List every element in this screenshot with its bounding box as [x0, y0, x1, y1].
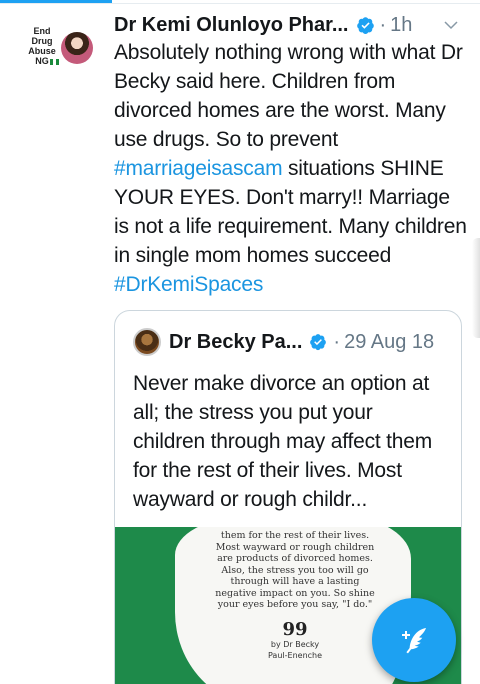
compose-tweet-button[interactable] — [372, 598, 456, 682]
verified-badge-icon — [310, 334, 327, 351]
image-byline-line1: by Dr Becky — [270, 640, 320, 649]
author-name[interactable]: Dr Kemi Olunloyo Phar... — [114, 14, 349, 37]
compose-tweet-icon — [402, 628, 426, 654]
top-divider — [0, 3, 480, 4]
quoted-date: 29 Aug 18 — [344, 330, 435, 353]
quoted-avatar — [133, 328, 161, 356]
tweet-header: Dr Kemi Olunloyo Phar... · 1h — [114, 13, 464, 37]
quoted-tweet-text: Never make divorce an option at all; the… — [133, 372, 433, 511]
avatar-photo — [61, 32, 93, 64]
image-byline: by Dr Becky Paul-Enenche — [211, 639, 379, 661]
quoted-tweet-header: Dr Becky Pa... · 29 Aug 18 — [133, 325, 453, 359]
hashtag-link[interactable]: #marriageisascam — [114, 157, 283, 180]
drawer-edge-handle[interactable] — [472, 238, 480, 338]
flag-icon — [50, 59, 59, 65]
chevron-down-icon[interactable] — [442, 16, 460, 34]
avatar[interactable]: End Drug Abuse NG — [24, 26, 94, 76]
hashtag-link[interactable]: #DrKemiSpaces — [114, 273, 263, 296]
separator-dot: · — [379, 13, 387, 36]
tweet-text-segment: Absolutely nothing wrong with what Dr Be… — [114, 41, 463, 151]
tweet-text: Absolutely nothing wrong with what Dr Be… — [114, 38, 470, 299]
quoted-author-name: Dr Becky Pa... — [169, 330, 303, 353]
separator-dot: · — [333, 330, 341, 353]
image-quote-text: them for the rest of their lives. Most w… — [215, 530, 375, 610]
image-byline-line2: Paul-Enenche — [267, 651, 323, 660]
timestamp[interactable]: 1h — [390, 14, 412, 37]
quote-marks-icon: 99 — [282, 619, 308, 640]
verified-badge-icon — [356, 16, 374, 34]
